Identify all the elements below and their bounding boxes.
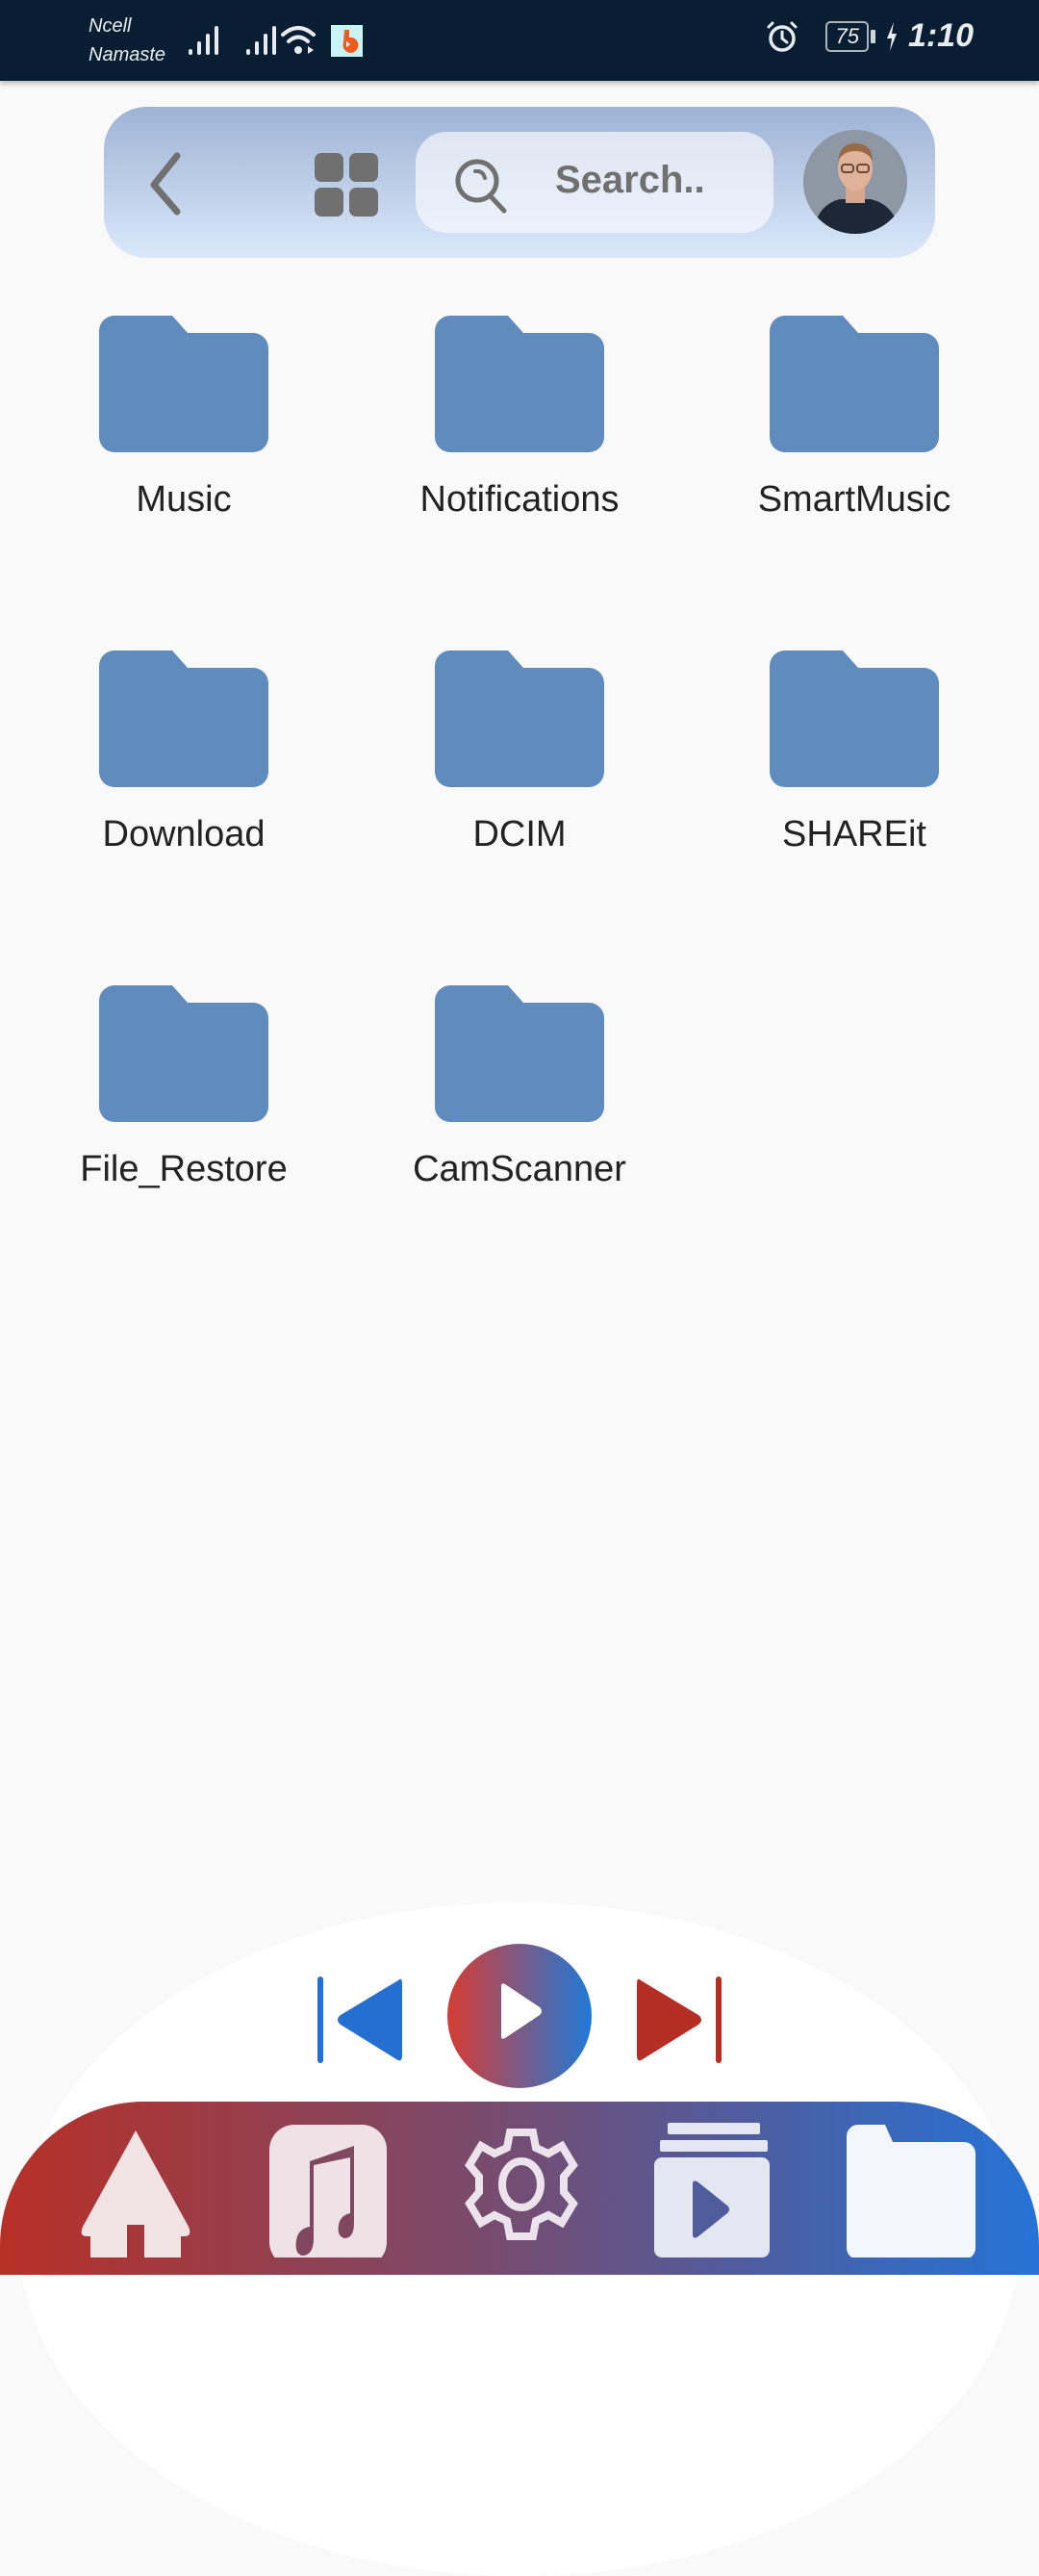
search-placeholder: Search.. [555, 159, 705, 201]
folder-name: Notifications [419, 479, 620, 520]
app-notification-icon [331, 25, 363, 57]
search-icon [455, 159, 507, 214]
folder-icon [770, 650, 939, 787]
folder-name: CamScanner [413, 1149, 626, 1189]
play-icon [501, 1983, 542, 2039]
folder-icon [99, 316, 268, 452]
media-player-controls [0, 1944, 1039, 2088]
folder-icon [99, 650, 268, 787]
folder-name: Download [102, 814, 266, 854]
folder-item[interactable]: Notifications [375, 316, 664, 521]
alarm-icon [767, 21, 798, 52]
status-bar: Ncell Namaste 75 1:10 [0, 0, 1039, 81]
play-button[interactable] [447, 1944, 592, 2088]
gear-icon[interactable] [462, 2123, 581, 2257]
carrier-network: Namaste [89, 44, 166, 65]
folder-name: Music [136, 479, 232, 520]
folder-item[interactable]: SmartMusic [710, 316, 999, 521]
folder-item[interactable]: Music [39, 316, 328, 521]
folder-name: SHAREit [782, 814, 926, 854]
skip-previous-icon[interactable] [316, 1975, 404, 2065]
home-icon[interactable] [73, 2123, 198, 2257]
signal-icon [246, 26, 276, 55]
folder-name: SmartMusic [757, 479, 951, 520]
video-library-icon[interactable] [654, 2123, 773, 2257]
battery-icon: 75 [825, 20, 869, 52]
folder-icon [770, 316, 939, 452]
avatar-photo [803, 130, 907, 234]
folder-item[interactable]: SHAREit [710, 650, 999, 855]
folder-icon [435, 316, 604, 452]
carrier-name: Ncell [89, 15, 132, 37]
folder-item[interactable]: File_Restore [39, 985, 328, 1190]
user-avatar[interactable] [803, 130, 907, 234]
folder-icon[interactable] [847, 2123, 977, 2257]
music-note-icon[interactable] [269, 2123, 387, 2257]
folder-icon [99, 985, 268, 1122]
folder-icon [435, 985, 604, 1122]
folder-item[interactable]: DCIM [375, 650, 664, 855]
skip-next-icon[interactable] [635, 1975, 723, 2065]
clock: 1:10 [907, 17, 974, 54]
signal-icon [189, 26, 218, 55]
battery-tip [870, 29, 875, 43]
chevron-left-icon[interactable] [142, 150, 190, 217]
folder-name: File_Restore [80, 1149, 288, 1189]
top-app-bar: Search.. [104, 107, 935, 258]
charging-icon [886, 21, 897, 51]
folder-icon [435, 650, 604, 787]
wifi-icon [281, 26, 316, 54]
carrier-label: Ncell Namaste [89, 12, 165, 69]
folder-name: DCIM [472, 814, 567, 854]
folder-item[interactable]: CamScanner [375, 985, 664, 1190]
bottom-navigation [0, 2102, 1039, 2275]
grid-view-icon[interactable] [315, 153, 378, 217]
search-input[interactable]: Search.. [416, 132, 773, 233]
folder-item[interactable]: Download [39, 650, 328, 855]
